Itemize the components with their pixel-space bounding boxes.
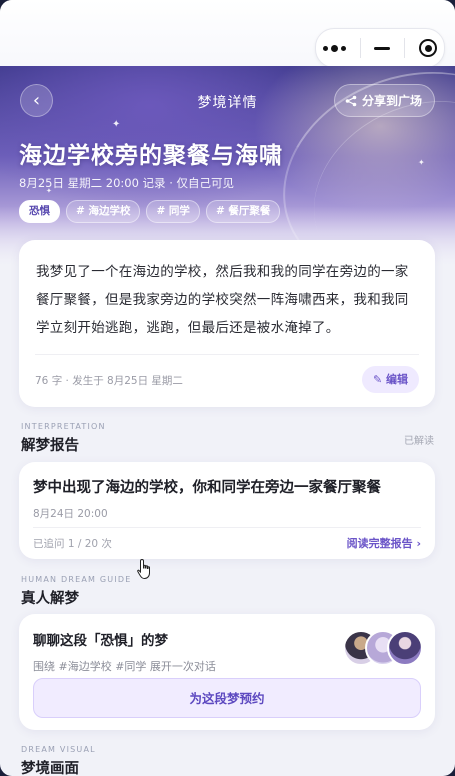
section-en-label: HUMAN DREAM GUIDE bbox=[21, 575, 132, 584]
dream-title: 海边学校旁的聚餐与海啸 bbox=[19, 143, 283, 169]
read-report-link[interactable]: 阅读完整报告 › bbox=[347, 535, 421, 551]
interpretation-status: 已解读 bbox=[404, 436, 434, 447]
more-dots-icon[interactable] bbox=[322, 44, 346, 52]
divider bbox=[35, 354, 419, 355]
hand-cursor-icon bbox=[137, 558, 150, 580]
keyword-tag[interactable]: # 海边学校 bbox=[66, 200, 141, 223]
avatar bbox=[387, 630, 423, 666]
tag-list: 恐惧 # 海边学校 # 同学 # 餐厅聚餐 bbox=[19, 200, 281, 223]
sparkle-icon: ✦ bbox=[112, 119, 121, 130]
section-title: 真人解梦 bbox=[21, 591, 79, 607]
section-title: 梦境画面 bbox=[21, 761, 79, 776]
phone-screen: ✦ ✦ ✦ ‹ 梦境详情 分享到广场 海边学校旁的聚餐与海啸 8月25日 星期二… bbox=[0, 0, 455, 776]
section-title: 解梦报告 bbox=[21, 438, 79, 454]
human-guide-card: 聊聊这段「恐惧」的梦 围绕 #海边学校 #同学 展开一次对话 为这段梦预约 bbox=[19, 614, 435, 730]
divider bbox=[33, 527, 421, 528]
capsule-divider bbox=[404, 38, 406, 58]
book-session-button[interactable]: 为这段梦预约 bbox=[33, 678, 421, 718]
followup-count: 已追问 1 / 20 次 bbox=[33, 538, 112, 550]
dream-content-card: 我梦见了一个在海边的学校，然后我和我的同学在旁边的一家餐厅聚餐，但是我家旁边的学… bbox=[19, 240, 435, 407]
share-label: 分享到广场 bbox=[361, 94, 422, 108]
dream-content: 我梦见了一个在海边的学校，然后我和我的同学在旁边的一家餐厅聚餐，但是我家旁边的学… bbox=[36, 264, 409, 336]
dream-meta: 8月25日 星期二 20:00 记录 · 仅自己可见 bbox=[19, 176, 235, 190]
keyword-tag[interactable]: # 同学 bbox=[146, 200, 200, 223]
sparkle-icon: ✦ bbox=[418, 158, 425, 167]
share-button[interactable]: 分享到广场 bbox=[333, 84, 435, 117]
edit-button[interactable]: ✎ 编辑 bbox=[361, 366, 419, 393]
interpretation-title: 梦中出现了海边的学校，你和同学在旁边一家餐厅聚餐 bbox=[33, 480, 381, 496]
section-en-label: INTERPRETATION bbox=[21, 422, 106, 431]
emotion-tag[interactable]: 恐惧 bbox=[19, 200, 60, 223]
guide-avatars bbox=[343, 630, 423, 666]
dream-stats: 76 字 · 发生于 8月25日 星期二 bbox=[35, 375, 183, 387]
keyword-tag[interactable]: # 餐厅聚餐 bbox=[205, 200, 281, 223]
mini-program-capsule bbox=[315, 28, 445, 68]
section-en-label: DREAM VISUAL bbox=[21, 745, 96, 754]
target-circle-icon[interactable] bbox=[419, 39, 438, 57]
capsule-divider bbox=[359, 38, 361, 58]
share-icon bbox=[345, 95, 357, 106]
interpretation-card[interactable]: 梦中出现了海边的学校，你和同学在旁边一家餐厅聚餐 8月24日 20:00 已追问… bbox=[19, 462, 435, 559]
interpretation-date: 8月24日 20:00 bbox=[33, 508, 108, 520]
minimize-icon[interactable] bbox=[374, 46, 391, 50]
